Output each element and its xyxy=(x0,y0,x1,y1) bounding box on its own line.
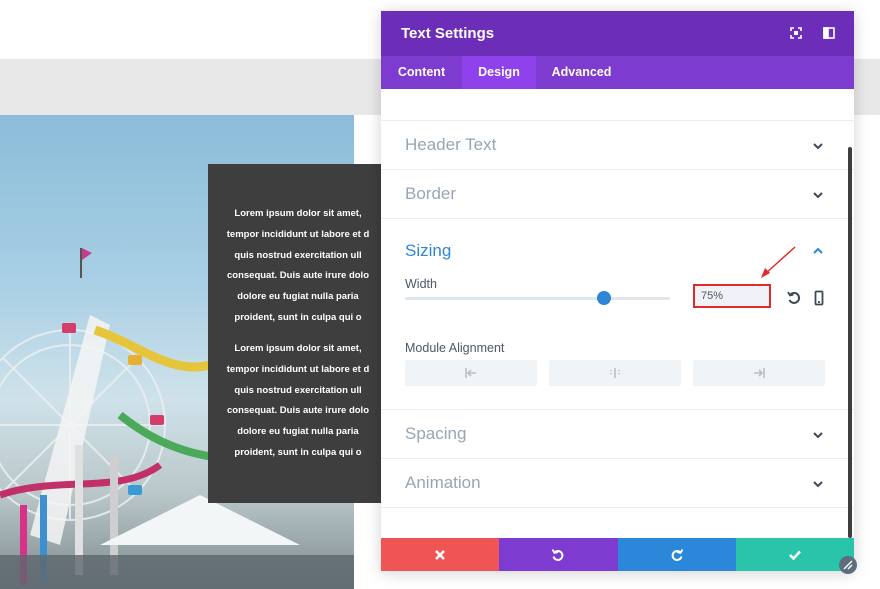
width-slider-track[interactable] xyxy=(405,297,670,300)
align-left-button[interactable] xyxy=(405,360,537,386)
section-text-partial[interactable] xyxy=(381,89,854,121)
tab-advanced[interactable]: Advanced xyxy=(536,56,627,89)
undo-button[interactable] xyxy=(499,538,618,571)
section-spacing[interactable]: Spacing xyxy=(381,410,854,459)
align-right-icon xyxy=(754,368,765,378)
section-border[interactable]: Border xyxy=(381,170,854,219)
modal-header: Text Settings xyxy=(381,11,854,56)
tab-design[interactable]: Design xyxy=(462,56,536,89)
align-left-icon xyxy=(465,368,476,378)
section-title: Border xyxy=(405,184,457,203)
section-title[interactable]: Sizing xyxy=(405,241,451,261)
preview-line: quis nostrud exercitation ull xyxy=(234,384,362,396)
preview-paragraph-2: Lorem ipsum dolor sit amet, tempor incid… xyxy=(208,339,388,464)
tab-content[interactable]: Content xyxy=(381,56,462,89)
section-title: Animation xyxy=(405,473,481,492)
reset-icon[interactable] xyxy=(786,290,802,306)
settings-tabs: Content Design Advanced xyxy=(381,56,854,89)
width-input[interactable] xyxy=(693,284,771,308)
align-center-button[interactable] xyxy=(549,360,681,386)
cancel-button[interactable] xyxy=(381,538,500,571)
check-icon xyxy=(788,550,801,561)
section-header-text[interactable]: Header Text xyxy=(381,121,854,170)
text-module-preview: Lorem ipsum dolor sit amet, tempor incid… xyxy=(208,164,388,503)
redo-button[interactable] xyxy=(617,538,736,571)
align-center-icon xyxy=(610,368,620,378)
preview-line: dolore eu fugiat nulla paria xyxy=(237,291,359,303)
mobile-device-icon[interactable] xyxy=(811,290,827,306)
preview-line: tempor incididunt ut labore et d xyxy=(226,363,370,375)
width-slider-fill xyxy=(405,297,604,300)
preview-paragraph-1: Lorem ipsum dolor sit amet, tempor incid… xyxy=(208,204,388,329)
width-slider-handle[interactable] xyxy=(596,291,611,305)
width-label: Width xyxy=(405,277,437,291)
close-icon xyxy=(435,550,445,560)
align-right-button[interactable] xyxy=(693,360,825,386)
preview-line: Lorem ipsum dolor sit amet, xyxy=(234,208,362,219)
chevron-down-icon xyxy=(813,192,823,199)
modal-title: Text Settings xyxy=(401,25,495,42)
chevron-down-icon xyxy=(813,432,823,439)
preview-line: proident, sunt in culpa qui o xyxy=(234,311,362,323)
redo-icon xyxy=(671,549,683,561)
settings-body: Header Text Border Sizing Width 75% Modu… xyxy=(381,89,854,538)
sidebar-toggle-icon[interactable] xyxy=(821,25,837,41)
chevron-down-icon xyxy=(813,481,823,488)
text-settings-modal: Text Settings Content Design Advanced He… xyxy=(381,11,854,571)
preview-line: dolore eu fugiat nulla paria xyxy=(237,426,359,438)
section-title: Spacing xyxy=(405,424,467,443)
modal-footer xyxy=(381,538,854,571)
preview-line: consequat. Duis aute irure dolo xyxy=(227,405,369,417)
undo-icon xyxy=(551,549,564,561)
resize-handle-icon[interactable] xyxy=(839,556,857,574)
chevron-down-icon xyxy=(813,143,823,150)
section-title: Header Text xyxy=(405,135,497,154)
preview-line: consequat. Duis aute irure dolo xyxy=(227,270,369,282)
module-alignment-label: Module Alignment xyxy=(405,341,505,355)
preview-line: Lorem ipsum dolor sit amet, xyxy=(234,343,362,354)
section-animation[interactable]: Animation xyxy=(381,459,854,508)
chevron-up-icon[interactable] xyxy=(811,244,825,258)
preview-line: proident, sunt in culpa qui o xyxy=(234,446,362,458)
preview-line: quis nostrud exercitation ull xyxy=(234,249,362,261)
settings-scrollbar[interactable] xyxy=(848,147,852,538)
fullscreen-icon[interactable] xyxy=(788,25,804,41)
save-button[interactable] xyxy=(735,538,854,571)
preview-line: tempor incididunt ut labore et d xyxy=(226,228,370,240)
